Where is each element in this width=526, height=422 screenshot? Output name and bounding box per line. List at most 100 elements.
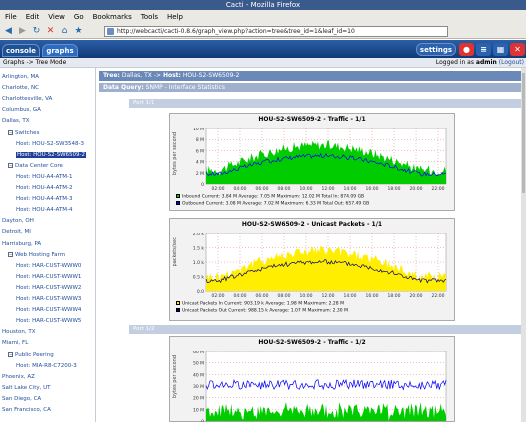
tree-item[interactable]: Arlington, MA bbox=[2, 74, 39, 80]
y-tick-label: 1.5 k bbox=[193, 246, 205, 252]
tree-item[interactable]: Salt Lake City, UT bbox=[2, 385, 51, 391]
tree-item[interactable]: Dallas, TX bbox=[2, 118, 30, 124]
tree-item[interactable]: Host: HAR-CUST-WWW4 bbox=[16, 307, 81, 313]
tree-item[interactable]: Host: MIA-R8-C7200-3 bbox=[16, 363, 77, 369]
reload-icon[interactable]: ↻ bbox=[31, 25, 42, 36]
login-status: Logged in as admin (Logout) bbox=[436, 58, 524, 68]
tree-item-label: Host: HAR-CUST-WWW0 bbox=[16, 262, 82, 269]
list-view-icon[interactable]: ≡ bbox=[476, 43, 491, 56]
x-tick-label: 18:00 bbox=[388, 293, 401, 299]
tree-item[interactable]: Host: HAR-CUST-WWW2 bbox=[16, 285, 81, 291]
tree-item[interactable]: Miami, FL bbox=[2, 340, 28, 346]
menu-view[interactable]: View bbox=[48, 13, 65, 21]
rrd-graph[interactable]: HOU-S2-SW6509-2 - Unicast Packets - 1/1 p… bbox=[169, 218, 455, 321]
tree-separator: -> bbox=[153, 72, 162, 79]
tree-collapse-icon[interactable]: − bbox=[8, 162, 13, 168]
x-tick-label: 22:00 bbox=[432, 293, 445, 299]
tree-item[interactable]: Host: HOU-A4-ATM-2 bbox=[16, 185, 73, 191]
scrollbar-thumb[interactable] bbox=[522, 73, 525, 193]
tab-settings[interactable]: settings bbox=[416, 43, 456, 56]
tree-item-label: Host: HAR-CUST-WWW3 bbox=[16, 296, 82, 302]
tree-item-label: San Francisco, CA bbox=[2, 407, 51, 413]
legend-text: Outbound Current: 3.08 M Average: 7.02 M… bbox=[182, 201, 370, 207]
tree-item-label: Host: HOU-A4-ATM-2 bbox=[16, 185, 73, 191]
graph-plot: 60 M50 M40 M30 M20 M10 M0 bbox=[193, 351, 447, 422]
tree-item[interactable]: − Switches bbox=[8, 129, 39, 136]
tree-item[interactable]: Host: HAR-CUST-WWW0 bbox=[16, 263, 81, 269]
tree-item[interactable]: Harrisburg, PA bbox=[2, 241, 41, 247]
close-icon[interactable]: ✕ bbox=[510, 43, 525, 56]
tree-collapse-icon[interactable]: − bbox=[8, 251, 13, 257]
tree-item-label: Public Peering bbox=[15, 351, 54, 358]
tree-item[interactable]: San Francisco, CA bbox=[2, 407, 51, 413]
tree-item[interactable]: Houston, TX bbox=[2, 329, 35, 335]
tree-item-label: Houston, TX bbox=[2, 329, 36, 336]
tree-item-label: Salt Lake City, UT bbox=[2, 384, 51, 391]
tree-item-label: Host: MIA-R8-C7200-3 bbox=[16, 362, 77, 369]
menu-help[interactable]: Help bbox=[167, 13, 183, 21]
url-text: http://webcacti/cacti-0.8.6/graph_view.p… bbox=[117, 28, 355, 35]
x-tick-label: 10:00 bbox=[300, 293, 313, 299]
back-icon[interactable]: ◀ bbox=[3, 25, 14, 36]
breadcrumb-text[interactable]: Graphs -> Tree Mode bbox=[3, 59, 66, 66]
y-tick-label: 4 M bbox=[196, 160, 204, 166]
menu-tools[interactable]: Tools bbox=[141, 13, 158, 21]
legend-swatch bbox=[176, 194, 180, 198]
graph-plot: 2.0 k 1.5 k 1.0 k 0.5 k 0.0 02:00 04:00 06:00 08… bbox=[193, 233, 447, 299]
tab-graphs[interactable]: graphs bbox=[42, 44, 78, 57]
tree-item[interactable]: Phoenix, AZ bbox=[2, 374, 35, 380]
x-tick-label: 04:00 bbox=[234, 293, 247, 299]
preview-view-icon[interactable]: ▦ bbox=[493, 43, 508, 56]
tree-view-icon[interactable]: ● bbox=[459, 43, 474, 56]
tree-item-label: San Diego, CA bbox=[2, 395, 42, 402]
menu-go[interactable]: Go bbox=[74, 13, 84, 21]
tree-item[interactable]: Detroit, MI bbox=[2, 229, 31, 235]
scrollbar[interactable] bbox=[521, 68, 526, 422]
tree-item-label: Dallas, TX bbox=[2, 118, 30, 125]
tree-item[interactable]: Columbus, GA bbox=[2, 107, 41, 113]
forward-icon[interactable]: ▶ bbox=[17, 25, 28, 36]
tree-item-label: Charlottesville, VA bbox=[2, 96, 53, 103]
tree-item[interactable]: Dayton, OH bbox=[2, 218, 34, 224]
tree-collapse-icon[interactable]: − bbox=[8, 351, 13, 357]
x-tick-label: 20:00 bbox=[410, 186, 423, 192]
home-icon[interactable]: ⌂ bbox=[59, 25, 70, 36]
tree-item[interactable]: Host: HAR-CUST-WWW1 bbox=[16, 274, 81, 280]
tree-item[interactable]: − Web Hosting Farm bbox=[8, 251, 65, 258]
graph-title: HOU-S2-SW6509-2 - Unicast Packets - 1/1 bbox=[241, 221, 383, 228]
tree-item-label: Detroit, MI bbox=[2, 229, 31, 236]
address-bar[interactable]: http://webcacti/cacti-0.8.6/graph_view.p… bbox=[104, 26, 448, 37]
tree-item[interactable]: − Public Peering bbox=[8, 351, 54, 358]
rrd-graph[interactable]: HOU-S2-SW6509-2 - Traffic - 1/2 bytes per… bbox=[169, 336, 455, 422]
tree-item[interactable]: Host: HAR-CUST-WWW3 bbox=[16, 296, 81, 302]
tree-item[interactable]: Host: HOU-A4-ATM-4 bbox=[16, 207, 73, 213]
tab-console[interactable]: console bbox=[2, 44, 40, 57]
tree-item[interactable]: Host: HOU-S2-SW6509-2 bbox=[16, 151, 86, 158]
graph-title: HOU-S2-SW6509-2 - Traffic - 1/2 bbox=[258, 339, 366, 346]
tree-item[interactable]: − Data Center Core bbox=[8, 162, 63, 169]
tree-item[interactable]: Host: HOU-A4-ATM-3 bbox=[16, 196, 73, 202]
tree-item[interactable]: San Diego, CA bbox=[2, 396, 41, 402]
tree-item[interactable]: Charlottesville, VA bbox=[2, 96, 52, 102]
menu-bookmarks[interactable]: Bookmarks bbox=[93, 13, 132, 21]
tree-item-label: Host: HAR-CUST-WWW5 bbox=[16, 318, 82, 325]
legend-swatch bbox=[176, 308, 180, 312]
stop-icon[interactable]: ✕ bbox=[45, 25, 56, 36]
host-label: Host: bbox=[162, 72, 181, 79]
logout-link[interactable]: (Logout) bbox=[499, 59, 524, 66]
tree-item[interactable]: Host: HOU-S2-SW3548-3 bbox=[16, 141, 84, 147]
tree-collapse-icon[interactable]: − bbox=[8, 129, 13, 135]
tree-item-label: Phoenix, AZ bbox=[2, 373, 35, 380]
tree-item-label: Host: HOU-S2-SW3548-3 bbox=[16, 140, 84, 147]
tree-item[interactable]: Charlotte, NC bbox=[2, 85, 39, 91]
menu-file[interactable]: File bbox=[5, 13, 17, 21]
x-tick-label: 20:00 bbox=[410, 293, 423, 299]
menu-edit[interactable]: Edit bbox=[26, 13, 40, 21]
main-content: Tree: Dallas, TX -> Host: HOU-S2-SW6509-… bbox=[99, 68, 526, 422]
tree-item[interactable]: Host: HOU-A4-ATM-1 bbox=[16, 174, 73, 180]
rrd-graph[interactable]: HOU-S2-SW6509-2 - Traffic - 1/1 bytes per… bbox=[169, 113, 455, 211]
x-tick-label: 06:00 bbox=[256, 186, 269, 192]
tree-item[interactable]: Host: HAR-CUST-WWW5 bbox=[16, 318, 81, 324]
y-tick-label: 30 M bbox=[193, 384, 204, 390]
bookmark-icon[interactable]: ★ bbox=[73, 25, 84, 36]
